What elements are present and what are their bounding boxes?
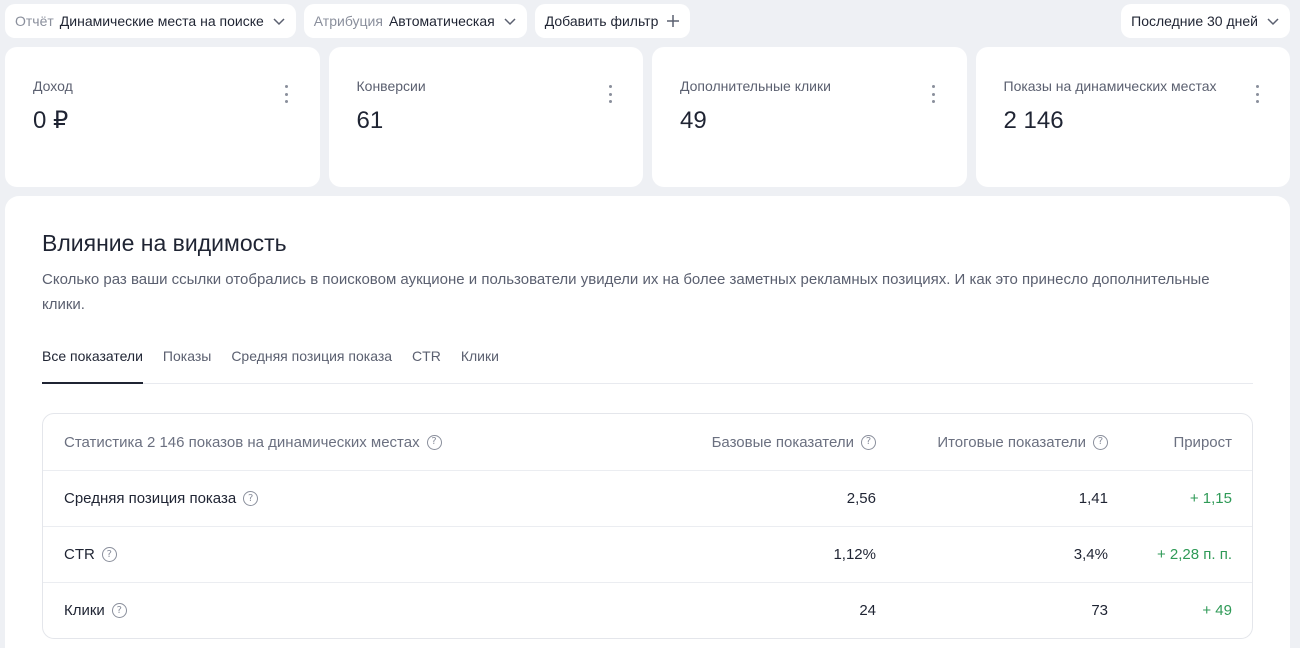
kebab-menu-icon[interactable] <box>1254 85 1260 103</box>
report-select[interactable]: Отчёт Динамические места на поиске <box>5 4 296 38</box>
row-name-cell: Средняя позиция показа ? <box>43 490 636 507</box>
row-growth-value: + 1,15 <box>1189 490 1232 507</box>
panel-description: Сколько раз ваши ссылки отобрались в пои… <box>42 271 1210 313</box>
tab-avg-position[interactable]: Средняя позиция показа <box>231 342 392 384</box>
kpi-card-conversions: Конверсии 61 <box>328 47 643 187</box>
plus-icon <box>667 15 680 27</box>
chevron-down-icon <box>504 18 516 26</box>
kpi-value: 2 146 <box>1003 107 1064 134</box>
question-circle-icon[interactable]: ? <box>111 603 127 618</box>
tab-ctr[interactable]: CTR <box>412 342 441 384</box>
row-name-cell: Клики ? <box>43 602 636 619</box>
row-name-cell: CTR ? <box>43 546 636 563</box>
row-growth-value: + 2,28 п. п. <box>1156 546 1232 563</box>
stats-table: Статистика 2 146 показов на динамических… <box>42 413 1253 639</box>
attribution-select-value: Автоматическая <box>388 13 495 29</box>
attribution-select-label: Атрибуция <box>313 13 383 29</box>
kpi-value: 61 <box>356 107 384 134</box>
row-name: Клики <box>64 602 105 619</box>
visibility-panel: Влияние на видимость Сколько раз ваши сс… <box>5 196 1290 648</box>
tab-all-metrics[interactable]: Все показатели <box>42 342 143 384</box>
kpi-card-extra-clicks: Дополнительные клики 49 <box>652 47 967 187</box>
table-header-row: Статистика 2 146 показов на динамических… <box>43 414 1252 470</box>
question-circle-icon[interactable]: ? <box>1093 434 1108 450</box>
kebab-menu-icon[interactable] <box>931 85 937 103</box>
report-select-label: Отчёт <box>15 13 54 29</box>
header-base-label: Базовые показатели <box>711 433 854 451</box>
kpi-value: 0 ₽ <box>33 107 69 134</box>
metric-tabs: Все показатели Показы Средняя позиция по… <box>42 342 1253 384</box>
kpi-label: Показы на динамических местах <box>1003 78 1217 94</box>
kpi-label: Конверсии <box>356 78 426 94</box>
row-name: CTR <box>64 546 95 563</box>
header-cell-base: Базовые показатели ? <box>636 434 876 451</box>
table-row: Клики ? 24 73 + 49 <box>43 582 1252 638</box>
question-circle-icon[interactable]: ? <box>861 434 876 450</box>
table-row: CTR ? 1,12% 3,4% + 2,28 п. п. <box>43 526 1252 582</box>
header-cell-final: Итоговые показатели ? <box>876 434 1108 451</box>
tab-impressions[interactable]: Показы <box>163 342 211 384</box>
row-base-value: 1,12% <box>833 546 876 563</box>
header-growth-label: Прирост <box>1173 433 1232 451</box>
chevron-down-icon <box>1267 18 1279 26</box>
header-name-label: Статистика 2 146 показов на динамических… <box>64 433 420 451</box>
filter-bar: Отчёт Динамические места на поиске Атриб… <box>5 4 1290 38</box>
add-filter-label: Добавить фильтр <box>544 13 659 29</box>
kebab-menu-icon[interactable] <box>284 85 290 103</box>
table-row: Средняя позиция показа ? 2,56 1,41 + 1,1… <box>43 470 1252 526</box>
row-final-value: 1,41 <box>1078 490 1108 507</box>
kpi-value: 49 <box>680 107 707 134</box>
header-cell-name: Статистика 2 146 показов на динамических… <box>43 434 636 451</box>
row-final-value: 73 <box>1091 602 1108 619</box>
question-circle-icon[interactable]: ? <box>426 434 442 450</box>
row-name: Средняя позиция показа <box>64 490 237 507</box>
panel-title: Влияние на видимость <box>42 230 287 256</box>
period-select[interactable]: Последние 30 дней <box>1121 4 1290 38</box>
tab-clicks[interactable]: Клики <box>461 342 499 384</box>
kebab-menu-icon[interactable] <box>607 85 613 103</box>
header-final-label: Итоговые показатели <box>937 433 1086 451</box>
row-final-value: 3,4% <box>1073 546 1108 563</box>
kpi-row: Доход 0 ₽ Конверсии 61 Дополнительные кл… <box>5 47 1290 187</box>
kpi-label: Доход <box>33 78 73 94</box>
chevron-down-icon <box>273 18 285 26</box>
kpi-card-revenue: Доход 0 ₽ <box>5 47 320 187</box>
question-circle-icon[interactable]: ? <box>243 491 259 506</box>
report-select-value: Динамические места на поиске <box>59 13 264 29</box>
question-circle-icon[interactable]: ? <box>101 547 117 562</box>
row-base-value: 24 <box>859 602 876 619</box>
kpi-label: Дополнительные клики <box>680 78 831 94</box>
add-filter-button[interactable]: Добавить фильтр <box>534 4 691 38</box>
row-base-value: 2,56 <box>846 490 876 507</box>
attribution-select[interactable]: Атрибуция Автоматическая <box>303 4 527 38</box>
kpi-card-dynamic-impressions: Показы на динамических местах 2 146 <box>975 47 1290 187</box>
period-select-value: Последние 30 дней <box>1131 13 1258 29</box>
row-growth-value: + 49 <box>1202 602 1232 619</box>
